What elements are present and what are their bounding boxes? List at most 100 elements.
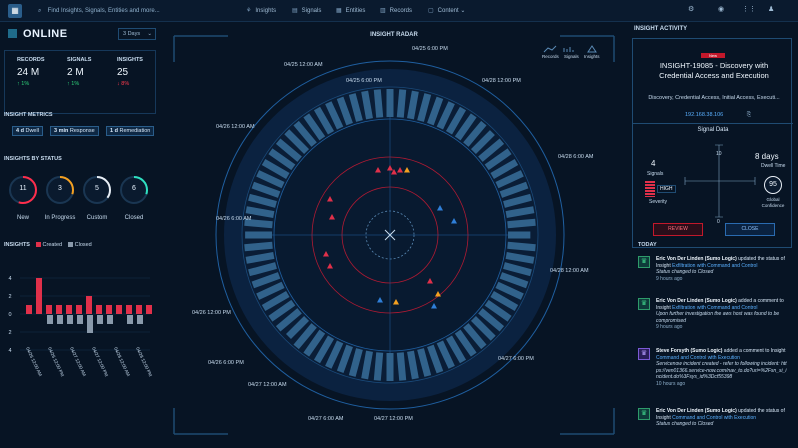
insights-bar-chart: 42024 04/26 12:00 AM 04/26 12:00 PM 04/27 1… bbox=[8, 276, 153, 377]
status-title: ONLINE bbox=[8, 28, 68, 40]
nav-content[interactable]: ▢ Content ⌄ bbox=[428, 4, 465, 18]
search-input[interactable]: ⌕ Find Insights, Signals, Entities and m… bbox=[38, 4, 228, 18]
metric-remediation: 1 d Remediation bbox=[106, 126, 155, 136]
signal-bar bbox=[361, 90, 373, 120]
signal-bar bbox=[245, 252, 275, 264]
nav-signals[interactable]: ▤ Signals bbox=[292, 4, 321, 18]
insights-by-status-title: INSIGHTS BY STATUS bbox=[4, 156, 62, 162]
y-tick-label: 4 bbox=[8, 276, 11, 282]
signal-bar bbox=[373, 89, 384, 118]
radar-time-label: 04/26 6:00 AM bbox=[216, 216, 252, 222]
right-panel: INSIGHT ACTIVITY New INSIGHT-19085 - Dis… bbox=[624, 22, 798, 448]
activity-feed: TODAY ♛ Eric Von Der Linden (Sumo Logic)… bbox=[638, 242, 787, 427]
axis-top-value: 10 bbox=[716, 151, 722, 157]
created-bar bbox=[76, 305, 82, 314]
gauge-closed[interactable]: 6 bbox=[118, 174, 150, 206]
review-button[interactable]: REVIEW bbox=[653, 223, 703, 236]
signals-count: 4 bbox=[651, 159, 656, 168]
radar-chart bbox=[215, 60, 565, 410]
radar-time-label: 04/27 12:00 AM bbox=[248, 382, 287, 388]
nav-records[interactable]: ▥ Records bbox=[380, 4, 412, 18]
created-bar bbox=[66, 305, 72, 314]
closed-bar bbox=[97, 315, 103, 324]
gauge-custom[interactable]: 5 bbox=[81, 174, 113, 206]
signal-bar bbox=[407, 350, 419, 380]
user-icon[interactable]: ♟ bbox=[768, 5, 774, 13]
created-bar bbox=[136, 305, 142, 314]
records-icon: ▥ bbox=[380, 8, 386, 14]
notification-icon[interactable]: ◉ bbox=[718, 5, 724, 13]
x-tick-label: 04/26 12:00 AM bbox=[25, 346, 43, 377]
radar-time-label: 04/25 12:00 AM bbox=[284, 62, 323, 68]
closed-bar bbox=[77, 315, 83, 324]
copy-icon[interactable]: ⎘ bbox=[747, 112, 751, 118]
closed-bar bbox=[47, 315, 53, 324]
insight-ip[interactable]: 192.168.38.106 ⎘ bbox=[685, 112, 751, 119]
insight-card[interactable]: New INSIGHT-19085 - Discovery with Crede… bbox=[632, 38, 793, 248]
nav-insights[interactable]: ⚘ Insights bbox=[246, 4, 276, 18]
gauge-in-progress[interactable]: 3 bbox=[44, 174, 76, 206]
stat-signals: SIGNALS 2 M ↑ 1% bbox=[67, 57, 92, 87]
radar-time-label: 04/27 6:00 PM bbox=[498, 356, 534, 362]
radar-time-label: 04/28 12:00 AM bbox=[550, 268, 589, 274]
y-tick-label: 2 bbox=[8, 294, 11, 300]
app-logo-icon[interactable]: ▦ bbox=[8, 4, 22, 18]
dwell-label: Dwell Time bbox=[761, 163, 786, 169]
left-panel: ONLINE 3 Days ⌄ RECORDS 24 M ↑ 1% SIGNALS… bbox=[0, 22, 160, 448]
gauge-label-in-progress: In Progress bbox=[44, 215, 76, 221]
legend-created-swatch bbox=[35, 242, 41, 247]
stats-box: RECORDS 24 M ↑ 1% SIGNALS 2 M ↑ 1% INSIG… bbox=[4, 50, 156, 114]
closed-bar bbox=[57, 315, 63, 324]
x-tick-label: 04/26 12:00 PM bbox=[47, 346, 65, 377]
metric-dwell: 4 d Dwell bbox=[12, 126, 43, 136]
nav-entities[interactable]: ▦ Entities bbox=[336, 4, 365, 18]
radar-time-label: 04/27 6:00 AM bbox=[308, 416, 344, 422]
signal-bar bbox=[407, 90, 419, 120]
severity-bars-icon bbox=[645, 181, 655, 197]
close-button[interactable]: CLOSE bbox=[725, 223, 775, 236]
chevron-down-icon: ⌄ bbox=[458, 8, 466, 14]
top-bar: ▦ ⌕ Find Insights, Signals, Entities and… bbox=[0, 0, 798, 22]
days-select[interactable]: 3 Days ⌄ bbox=[118, 28, 156, 40]
created-bar bbox=[106, 305, 112, 314]
insights-icon: ⚘ bbox=[246, 8, 252, 14]
gauge-label-closed: Closed bbox=[124, 215, 144, 221]
signals-label: Signals bbox=[647, 171, 664, 177]
radar-time-label: 04/25 6:00 PM bbox=[412, 46, 448, 52]
confidence-value: 95 bbox=[769, 181, 777, 188]
user-action-icon: ♛ bbox=[638, 408, 650, 420]
created-bar bbox=[56, 305, 62, 314]
radar-time-label: 04/26 12:00 AM bbox=[216, 124, 255, 130]
created-bar bbox=[86, 296, 92, 314]
closed-bar bbox=[127, 315, 133, 324]
signal-bar bbox=[507, 241, 536, 252]
radar-time-label: 04/27 12:00 PM bbox=[374, 416, 413, 422]
created-bar bbox=[36, 278, 42, 314]
metric-response: 3 min Response bbox=[50, 126, 99, 136]
severity-tag: New bbox=[701, 53, 725, 58]
comment-icon: ♛ bbox=[638, 348, 650, 360]
stat-records: RECORDS 24 M ↑ 1% bbox=[17, 57, 45, 87]
x-tick-label: 04/28 12:00 PM bbox=[135, 346, 153, 377]
confidence-label: Global Confidence bbox=[761, 197, 785, 208]
y-tick-label: 2 bbox=[8, 330, 11, 336]
gauge-new[interactable]: 11 bbox=[7, 174, 39, 206]
apps-grid-icon[interactable]: ⋮⋮ bbox=[742, 5, 756, 13]
insight-title[interactable]: INSIGHT-19085 - Discovery with Credentia… bbox=[643, 61, 785, 81]
x-tick-label: 04/27 12:00 AM bbox=[69, 346, 87, 377]
y-tick-label: 4 bbox=[8, 348, 11, 354]
radar-time-label: 04/28 6:00 AM bbox=[558, 154, 594, 160]
insight-metrics-title: INSIGHT METRICS bbox=[4, 112, 53, 118]
created-bar bbox=[46, 305, 52, 314]
user-action-icon: ♛ bbox=[638, 256, 650, 268]
x-tick-label: 04/28 12:00 AM bbox=[113, 346, 131, 377]
gear-icon[interactable]: ⚙ bbox=[688, 5, 694, 13]
dwell-value: 8 days bbox=[755, 152, 779, 161]
created-bar bbox=[116, 305, 122, 314]
closed-bar bbox=[137, 315, 143, 324]
signal-bar bbox=[396, 89, 407, 118]
stat-insights: INSIGHTS 25 ↓ 8% bbox=[117, 57, 143, 87]
severity-label: Severity bbox=[649, 199, 668, 205]
created-bar bbox=[96, 305, 102, 314]
radar-time-label: 04/26 12:00 PM bbox=[192, 310, 231, 316]
